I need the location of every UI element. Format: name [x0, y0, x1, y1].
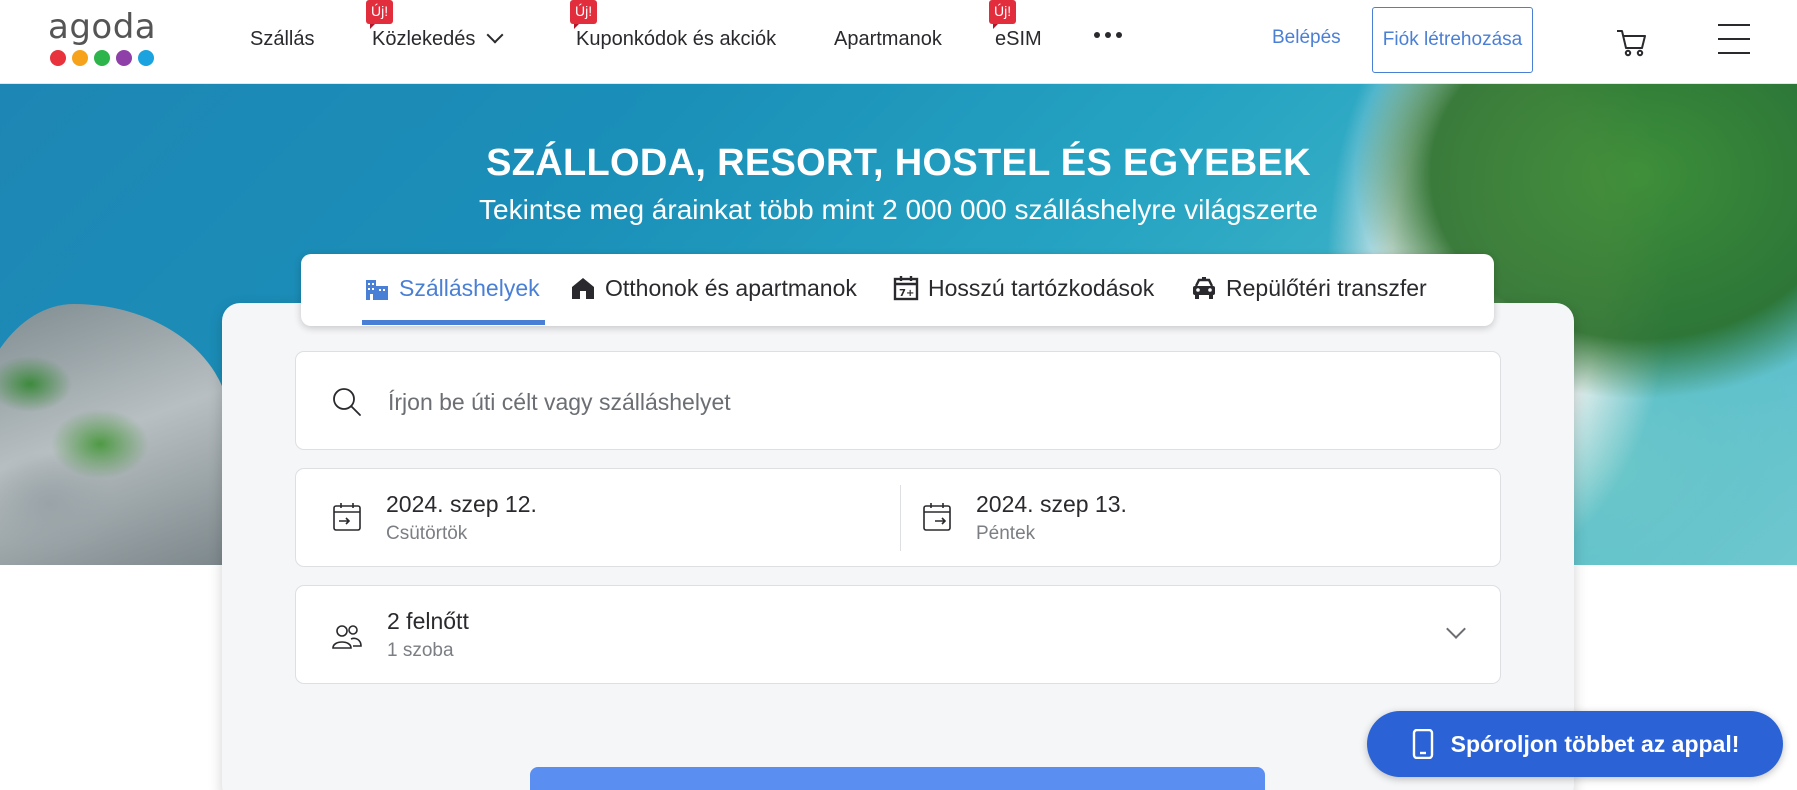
calendar-7plus-icon: 7+ — [893, 276, 919, 301]
rooms-count: 1 szoba — [387, 640, 454, 661]
new-badge: Új! — [989, 0, 1017, 29]
top-header: agoda Szállás Új! Közlekedés Új! Kuponkó… — [0, 0, 1797, 84]
new-badge: Új! — [366, 0, 394, 29]
tab-long-stays[interactable]: 7+ Hosszú tartózkodások — [892, 274, 1154, 302]
svg-text:7+: 7+ — [899, 288, 914, 299]
adults-count: 2 felnőtt — [387, 608, 469, 634]
new-badge: Új! — [570, 0, 598, 29]
date-selector: 2024. szep 12. Csütörtök 2024. szep 13. … — [295, 468, 1501, 567]
logo-dot-purple — [116, 50, 132, 66]
nav-transport[interactable]: Új! Közlekedés — [366, 0, 504, 52]
cart-icon[interactable] — [1614, 24, 1650, 60]
nav-transport-label: Közlekedés — [372, 28, 476, 50]
calendar-checkin-icon — [333, 503, 361, 531]
app-promo-label: Spóroljon többet az appal! — [1450, 730, 1740, 757]
car-icon — [1193, 277, 1215, 299]
hamburger-menu-icon[interactable] — [1718, 24, 1750, 54]
nav-coupons-label: Kuponkódok és akciók — [576, 28, 777, 50]
search-icon — [333, 388, 361, 416]
nav-apartments[interactable]: Apartmanok — [834, 26, 942, 52]
chevron-down-icon — [1446, 619, 1466, 639]
search-button[interactable] — [530, 767, 1265, 790]
menu-line — [1718, 38, 1750, 40]
dot — [1094, 32, 1100, 38]
agoda-logo[interactable]: agoda — [48, 10, 160, 70]
checkin-day: Csütörtök — [386, 523, 468, 544]
tab-homes-label: Otthonok és apartmanok — [605, 274, 857, 301]
checkin-date-value: 2024. szep 12. — [386, 491, 537, 517]
create-account-label: Fiók létrehozása — [1382, 29, 1523, 50]
nav-esim[interactable]: Új! eSIM — [989, 0, 1042, 52]
people-icon — [332, 625, 362, 649]
house-icon — [572, 278, 594, 299]
logo-dot-yellow — [72, 50, 88, 66]
tab-airport-transfer[interactable]: Repülőtéri transzfer — [1190, 274, 1427, 302]
logo-dot-blue — [138, 50, 154, 66]
search-input-placeholder[interactable]: Írjon be úti célt vagy szálláshelyet — [388, 389, 731, 416]
date-divider — [900, 485, 901, 551]
search-tabs: Szálláshelyek Otthonok és apartmanok 7+ … — [301, 254, 1494, 326]
logo-dot-green — [94, 50, 110, 66]
smartphone-icon — [1412, 729, 1433, 759]
tab-long-stays-label: Hosszú tartózkodások — [928, 274, 1155, 301]
tab-accommodations-label: Szálláshelyek — [399, 274, 540, 301]
chevron-down-icon — [486, 26, 504, 44]
dot — [1116, 32, 1122, 38]
tab-airport-transfer-label: Repülőtéri transzfer — [1226, 274, 1427, 301]
menu-line — [1718, 52, 1750, 54]
nav-accommodation[interactable]: Szállás — [250, 26, 314, 52]
hero-island-image — [0, 304, 230, 565]
nav-esim-label: eSIM — [995, 28, 1042, 50]
more-dots-icon[interactable] — [1094, 32, 1122, 38]
nav-coupons[interactable]: Új! Kuponkódok és akciók — [570, 0, 777, 52]
hero-title: SZÁLLODA, RESORT, HOSTEL ÉS EGYEBEK — [486, 142, 1311, 184]
create-account-button[interactable]: Fiók létrehozása — [1372, 7, 1533, 73]
nav-accommodation-label: Szállás — [250, 28, 315, 50]
checkout-date-value: 2024. szep 13. — [976, 491, 1127, 517]
destination-search-field[interactable]: Írjon be úti célt vagy szálláshelyet — [295, 351, 1501, 450]
active-tab-indicator — [362, 320, 545, 325]
tab-accommodations[interactable]: Szálláshelyek — [363, 274, 540, 302]
logo-dots — [50, 50, 160, 66]
checkout-day: Péntek — [976, 523, 1036, 544]
menu-line — [1718, 24, 1750, 26]
hero-subtitle: Tekintse meg árainkat több mint 2 000 00… — [479, 194, 1318, 225]
hotel-building-icon — [366, 280, 388, 300]
guests-rooms-selector[interactable]: 2 felnőtt 1 szoba — [295, 585, 1501, 684]
app-promo-button[interactable]: Spóroljon többet az appal! — [1367, 711, 1783, 777]
login-link[interactable]: Belépés — [1272, 26, 1341, 50]
dot — [1105, 32, 1111, 38]
logo-dot-red — [50, 50, 66, 66]
calendar-checkout-icon — [923, 503, 951, 531]
logo-text: agoda — [48, 7, 157, 47]
nav-apartments-label: Apartmanok — [834, 28, 942, 50]
tab-homes-apartments[interactable]: Otthonok és apartmanok — [569, 274, 857, 302]
